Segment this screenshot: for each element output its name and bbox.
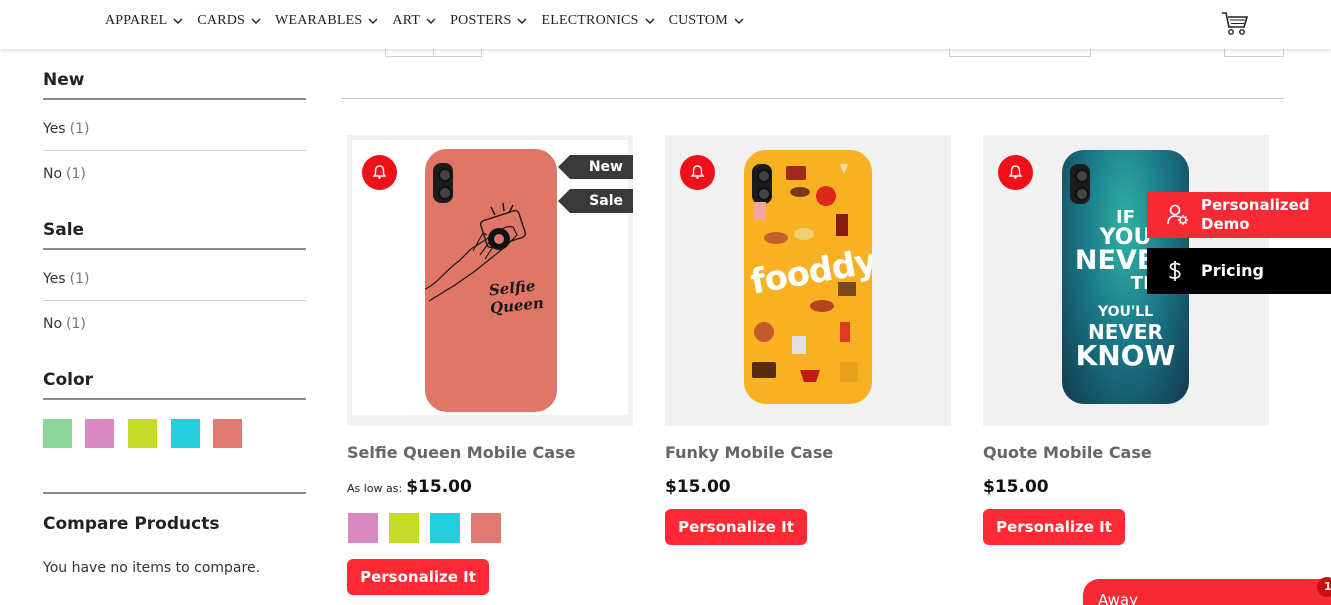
divider bbox=[43, 300, 306, 301]
nav-item-custom[interactable]: CUSTOM bbox=[669, 13, 745, 29]
personalized-demo-label: Personalized Demo bbox=[1201, 196, 1310, 234]
notify-bell-button[interactable] bbox=[680, 155, 715, 190]
color-swatch-salmon[interactable] bbox=[213, 419, 242, 448]
nav-item-label: ART bbox=[392, 13, 421, 28]
option-label: No bbox=[43, 166, 63, 182]
option-count: (1) bbox=[66, 166, 86, 182]
divider bbox=[43, 398, 306, 400]
filter-sale-yes[interactable]: Yes (1) bbox=[43, 271, 89, 287]
chevron-down-icon bbox=[368, 18, 378, 24]
price-value: $15.00 bbox=[406, 477, 472, 497]
option-label: Yes bbox=[43, 121, 66, 137]
toolbar-divider bbox=[341, 98, 1284, 99]
color-swatch-lime[interactable] bbox=[128, 419, 157, 448]
nav-item-label: APPAREL bbox=[105, 13, 168, 28]
price-prefix: As low as: bbox=[347, 482, 403, 495]
option-count: (1) bbox=[66, 316, 86, 332]
nav-item-label: CUSTOM bbox=[668, 13, 728, 28]
product-price: $15.00 bbox=[983, 477, 1049, 497]
nav-item-label: POSTERS bbox=[450, 13, 512, 28]
view-mode-toggle[interactable] bbox=[385, 49, 482, 57]
personalized-demo-button[interactable]: Personalized Demo bbox=[1147, 192, 1331, 238]
chevron-down-icon bbox=[251, 18, 261, 24]
chat-away-widget[interactable]: Away 1 bbox=[1083, 577, 1331, 605]
chat-notification-badge: 1 bbox=[1317, 577, 1331, 597]
chevron-down-icon bbox=[426, 18, 436, 24]
option-label: No bbox=[43, 316, 63, 332]
divider bbox=[43, 492, 306, 494]
phone-case-image: Selfie Queen bbox=[425, 149, 557, 412]
nav-item-label: WEARABLES bbox=[275, 13, 363, 28]
sort-direction-button[interactable] bbox=[1224, 49, 1284, 57]
demo-label-line: Personalized bbox=[1201, 196, 1310, 214]
quote-line: KNOW bbox=[1075, 339, 1176, 372]
option-count: (1) bbox=[69, 121, 90, 137]
quote-line: YOU'LL bbox=[1097, 304, 1154, 320]
demo-label-line: Demo bbox=[1201, 215, 1250, 233]
product-price: $15.00 bbox=[665, 477, 731, 497]
phone-art-text: Selfie Queen bbox=[487, 276, 545, 318]
personalize-it-button[interactable]: Personalize It bbox=[665, 509, 807, 545]
filter-new-yes[interactable]: Yes (1) bbox=[43, 121, 89, 137]
product-color-cyan[interactable] bbox=[430, 513, 460, 543]
nav-item-label: CARDS bbox=[197, 13, 246, 28]
bell-icon bbox=[372, 165, 387, 179]
pricing-button[interactable]: Pricing bbox=[1147, 248, 1331, 294]
nav-item-cards[interactable]: CARDS bbox=[197, 13, 262, 29]
product-color-salmon[interactable] bbox=[471, 513, 501, 543]
personalize-it-button[interactable]: Personalize It bbox=[347, 559, 489, 595]
nav-item-wearables[interactable]: WEARABLES bbox=[275, 13, 379, 29]
phone-camera bbox=[1070, 164, 1090, 204]
notify-bell-button[interactable] bbox=[362, 155, 397, 190]
nav-item-electronics[interactable]: ELECTRONICS bbox=[541, 13, 655, 29]
chevron-down-icon bbox=[645, 18, 655, 24]
product-name-link[interactable]: Funky Mobile Case bbox=[665, 443, 833, 462]
color-swatch-pink[interactable] bbox=[85, 419, 114, 448]
product-color-pink[interactable] bbox=[348, 513, 378, 543]
product-price: As low as: $15.00 bbox=[347, 477, 472, 497]
compare-products-empty-text: You have no items to compare. bbox=[43, 560, 261, 576]
filter-sale-no[interactable]: No (1) bbox=[43, 316, 86, 332]
badge-sale: Sale bbox=[558, 189, 633, 213]
user-gear-icon bbox=[1167, 204, 1188, 225]
nav-item-apparel[interactable]: APPAREL bbox=[105, 13, 184, 29]
bell-icon bbox=[1008, 165, 1023, 179]
chevron-down-icon bbox=[517, 18, 527, 24]
divider bbox=[43, 150, 306, 151]
filter-new-title: New bbox=[43, 70, 85, 90]
main-menu: APPAREL CARDS WEARABLES ART POSTERS ELEC… bbox=[105, 13, 758, 29]
badge-new: New bbox=[558, 155, 633, 179]
filter-color-title: Color bbox=[43, 370, 94, 390]
chat-status-label: Away bbox=[1098, 591, 1138, 605]
color-swatch-cyan[interactable] bbox=[171, 419, 200, 448]
compare-products-title: Compare Products bbox=[43, 514, 220, 534]
product-name-link[interactable]: Quote Mobile Case bbox=[983, 443, 1152, 462]
nav-item-art[interactable]: ART bbox=[392, 13, 437, 29]
cart-icon[interactable] bbox=[1221, 10, 1249, 36]
divider bbox=[43, 98, 306, 100]
option-label: Yes bbox=[43, 271, 66, 287]
divider bbox=[43, 248, 306, 250]
sort-select[interactable] bbox=[949, 49, 1091, 57]
dollar-icon bbox=[1168, 261, 1181, 281]
product-name-link[interactable]: Selfie Queen Mobile Case bbox=[347, 443, 575, 462]
chevron-down-icon bbox=[173, 18, 183, 24]
bell-icon bbox=[690, 165, 705, 179]
top-navigation-bar: APPAREL CARDS WEARABLES ART POSTERS ELEC… bbox=[0, 0, 1331, 49]
filter-sale-title: Sale bbox=[43, 220, 85, 240]
phone-case-image: fooddy bbox=[744, 150, 872, 404]
notify-bell-button[interactable] bbox=[998, 155, 1033, 190]
nav-item-posters[interactable]: POSTERS bbox=[450, 13, 528, 29]
chevron-down-icon bbox=[734, 18, 744, 24]
color-swatch-green[interactable] bbox=[43, 419, 72, 448]
product-color-lime[interactable] bbox=[389, 513, 419, 543]
nav-item-label: ELECTRONICS bbox=[541, 13, 639, 28]
pricing-label: Pricing bbox=[1201, 261, 1264, 280]
filter-new-no[interactable]: No (1) bbox=[43, 166, 86, 182]
personalize-it-button[interactable]: Personalize It bbox=[983, 509, 1125, 545]
option-count: (1) bbox=[69, 271, 90, 287]
